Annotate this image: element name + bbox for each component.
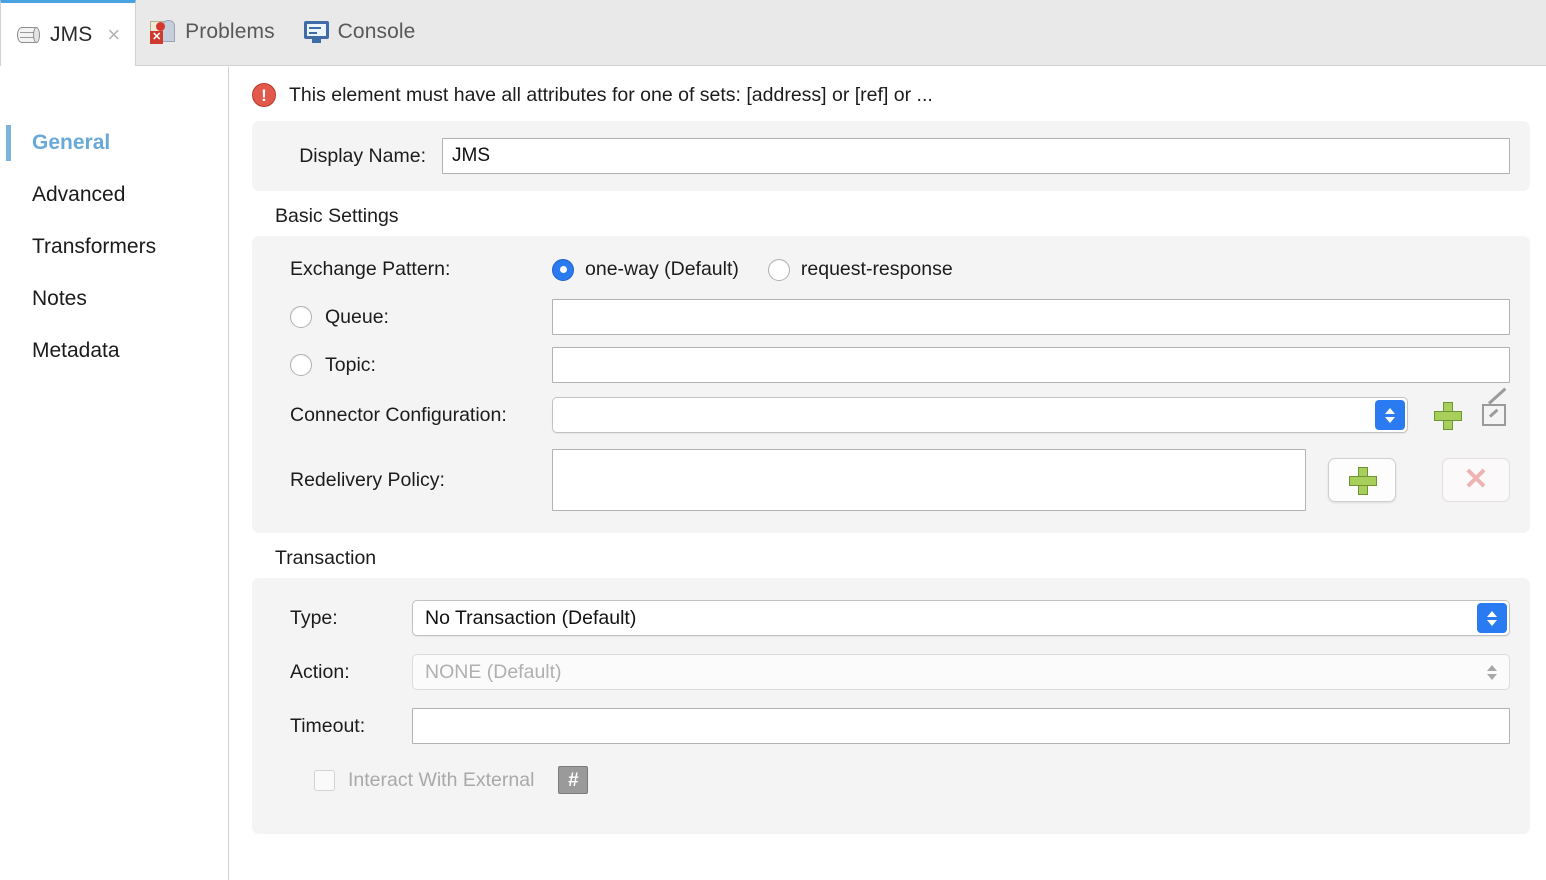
display-name-label: Display Name: [252,145,442,168]
topic-label: Topic: [325,354,376,377]
tab-console-label: Console [338,20,416,44]
transaction-type-select[interactable]: No Transaction (Default) [412,600,1510,636]
connector-configuration-label: Connector Configuration: [252,404,552,427]
interact-with-external-checkbox [314,770,335,791]
queue-input[interactable] [552,299,1510,335]
properties-sidebar: General Advanced Transformers Notes Meta… [0,67,229,880]
sidebar-item-transformers[interactable]: Transformers [0,221,228,273]
tab-jms[interactable]: JMS × [0,0,136,66]
chevron-updown-icon[interactable] [1375,400,1405,430]
transaction-action-label: Action: [252,661,412,684]
problems-icon: ✕ [150,20,176,44]
exchange-pattern-label: Exchange Pattern: [252,258,552,281]
radio-request-response[interactable]: request-response [768,258,953,281]
console-monitor-icon [304,21,329,43]
properties-content: ! This element must have all attributes … [230,67,1546,880]
queue-row: Queue: [252,299,1510,335]
sidebar-item-label: Advanced [32,183,125,207]
chevron-updown-icon[interactable] [1477,603,1507,633]
transaction-action-row: Action: NONE (Default) [252,654,1510,690]
radio-request-response-input[interactable] [768,259,790,281]
radio-one-way-label: one-way (Default) [585,258,739,281]
basic-settings-panel: Exchange Pattern: one-way (Default) requ… [252,236,1530,533]
display-name-panel: Display Name: [252,121,1530,191]
sidebar-item-label: Transformers [32,235,156,259]
sidebar-item-notes[interactable]: Notes [0,273,228,325]
exchange-pattern-row: Exchange Pattern: one-way (Default) requ… [252,258,1510,281]
sidebar-item-metadata[interactable]: Metadata [0,325,228,377]
transaction-type-label: Type: [252,607,412,630]
editor-tab-bar: JMS × ✕ Problems Console [0,0,1546,66]
redelivery-policy-label: Redelivery Policy: [252,449,552,492]
interact-with-external-row: Interact With External # [252,766,1510,794]
transaction-action-value: NONE (Default) [425,661,562,684]
transaction-type-value: No Transaction (Default) [425,607,636,630]
redelivery-policy-row: Redelivery Policy: ✕ i [252,449,1510,511]
add-connector-plus-icon[interactable] [1434,402,1460,428]
transaction-timeout-label: Timeout: [252,715,412,738]
transaction-panel: Type: No Transaction (Default) Action: N… [252,578,1530,834]
sidebar-item-label: General [32,131,110,155]
basic-settings-title: Basic Settings [230,191,1546,236]
error-circle-icon: ! [252,83,276,107]
transaction-timeout-row: Timeout: [252,708,1510,744]
validation-error-bar: ! This element must have all attributes … [230,67,1546,121]
transaction-timeout-input[interactable] [412,708,1510,744]
transaction-type-row: Type: No Transaction (Default) [252,600,1510,636]
transaction-action-select: NONE (Default) [412,654,1510,690]
validation-error-message: This element must have all attributes fo… [289,84,933,107]
chevron-updown-icon [1477,657,1507,687]
sidebar-item-label: Metadata [32,339,120,363]
plus-icon [1349,467,1375,493]
topic-radio-group[interactable]: Topic: [252,354,552,377]
tab-problems-label: Problems [185,20,275,44]
sidebar-item-advanced[interactable]: Advanced [0,169,228,221]
connector-configuration-select[interactable] [552,397,1408,433]
close-x-icon: ✕ [1463,465,1488,495]
topic-radio[interactable] [290,354,312,376]
topic-input[interactable] [552,347,1510,383]
connector-configuration-row: Connector Configuration: [252,397,1510,433]
sidebar-item-general[interactable]: General [0,117,228,169]
queue-label: Queue: [325,306,389,329]
radio-request-response-label: request-response [801,258,953,281]
queue-radio-group[interactable]: Queue: [252,306,552,329]
interact-with-external-label: Interact With External [348,769,534,792]
display-name-input[interactable] [442,138,1510,174]
edit-pencil-icon[interactable] [1482,402,1510,428]
transaction-title: Transaction [230,533,1546,578]
queue-radio[interactable] [290,306,312,328]
tab-problems[interactable]: ✕ Problems [136,0,290,65]
add-redelivery-policy-button[interactable] [1328,458,1396,502]
topic-row: Topic: [252,347,1510,383]
delete-redelivery-policy-button[interactable]: ✕ [1442,458,1510,502]
radio-one-way[interactable]: one-way (Default) [552,258,739,281]
redelivery-policy-list[interactable] [552,449,1306,511]
jms-properties-window: JMS × ✕ Problems Console General Advance… [0,0,1546,880]
sidebar-item-label: Notes [32,287,87,311]
jms-barrel-icon [15,25,41,45]
radio-one-way-input[interactable] [552,259,574,281]
tab-jms-label: JMS [50,23,92,47]
close-icon[interactable]: × [107,24,120,46]
tab-console[interactable]: Console [290,0,431,65]
hash-icon[interactable]: # [558,766,588,794]
